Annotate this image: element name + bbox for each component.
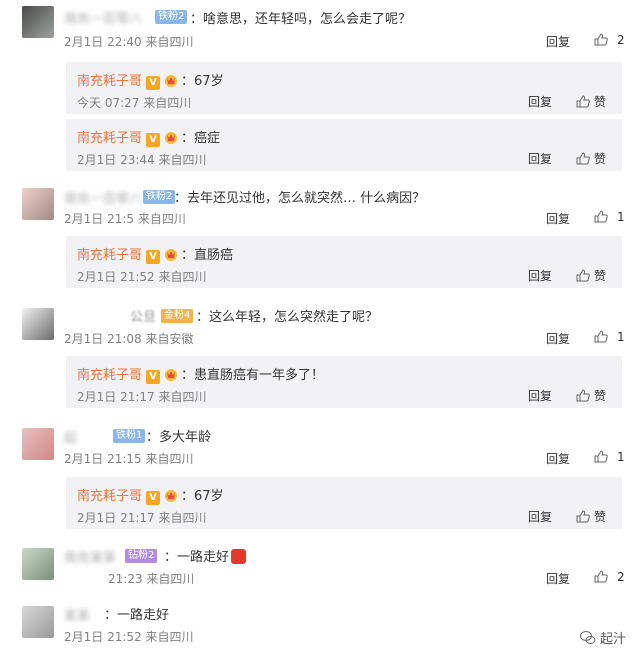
comment-text: ：这么年轻，怎么突然走了呢？ — [196, 310, 379, 325]
reply-username[interactable]: 南充耗子哥 — [77, 489, 142, 504]
reply-button[interactable]: 回复 — [546, 450, 570, 467]
crown-badge-icon — [165, 132, 178, 144]
reply-button[interactable]: 回复 — [528, 93, 552, 110]
reply-username[interactable]: 南充耗子哥 — [77, 248, 142, 263]
thumbs-up-icon — [576, 95, 590, 108]
reply-button[interactable]: 回复 — [528, 387, 552, 404]
comment-username[interactable]: 南充某某 — [64, 547, 116, 566]
like-button[interactable]: 赞 — [576, 387, 606, 404]
reply-author: 南充耗子哥 V ：67岁 — [77, 74, 224, 90]
thumbs-up-icon — [594, 330, 608, 343]
comment-text: ：一路走好 — [104, 608, 170, 623]
thumbs-up-icon — [576, 510, 590, 523]
crown-badge-icon — [165, 249, 178, 261]
reply-item: 南充耗子哥 V ：直肠癌 2月1日 21:52 来自四川 回复 赞 — [66, 236, 622, 288]
comment-section: 南充一百零八 铁粉2 ：啥意思，还年轻吗，怎么会走了呢？ 2月1日 22:40 … — [0, 0, 640, 657]
reply-button[interactable]: 回复 — [528, 150, 552, 167]
reply-button[interactable]: 回复 — [546, 330, 570, 347]
avatar[interactable] — [22, 308, 54, 340]
comment-text: ：去年还见过他，怎么就突然… 什么病因？ — [174, 191, 426, 206]
comment-meta: 2月1日 21:08 来自安徽 — [64, 332, 194, 346]
comment-meta: 21:23 来自四川 — [108, 572, 195, 586]
reply-meta: 2月1日 21:17 来自四川 — [77, 390, 207, 404]
avatar[interactable] — [22, 606, 54, 638]
watermark: 起汁 — [579, 628, 626, 647]
comment-text: ：一路走好 — [164, 546, 247, 565]
reply-username[interactable]: 南充耗子哥 — [77, 368, 142, 383]
comment-username[interactable]: 公旦 — [130, 306, 156, 325]
like-button[interactable]: 赞 — [576, 150, 606, 167]
reply-button[interactable]: 回复 — [546, 210, 570, 227]
thumbs-up-icon — [576, 389, 590, 402]
reply-author: 南充耗子哥 V ：癌症 — [77, 131, 221, 147]
gift-icon — [231, 549, 247, 564]
avatar[interactable] — [22, 428, 54, 460]
thumbs-up-icon — [594, 33, 608, 46]
v-badge-icon: V — [146, 76, 161, 90]
avatar[interactable] — [22, 188, 54, 220]
like-button[interactable]: 赞 — [576, 267, 606, 284]
thumbs-up-icon — [594, 570, 608, 583]
comment-text: ：啥意思，还年轻吗，怎么会走了呢？ — [190, 12, 412, 27]
reply-item: 南充耗子哥 V ：67岁 2月1日 21:17 来自四川 回复 赞 — [66, 477, 622, 529]
fan-level-badge: 铁粉2 — [143, 190, 176, 204]
reply-item: 南充耗子哥 V ：癌症 2月1日 23:44 来自四川 回复 赞 — [66, 119, 622, 171]
reply-item: 南充耗子哥 V ：患直肠癌有一年多了！ 2月1日 21:17 来自四川 回复 赞 — [66, 356, 622, 408]
reply-button[interactable]: 回复 — [546, 33, 570, 50]
reply-button[interactable]: 回复 — [528, 267, 552, 284]
comment-username[interactable]: 南充一百零八 — [64, 188, 142, 207]
comment-username[interactable]: 起 — [64, 427, 77, 446]
thumbs-up-icon — [576, 269, 590, 282]
wechat-icon — [579, 631, 596, 644]
like-button[interactable]: 赞 — [576, 508, 606, 525]
reply-author: 南充耗子哥 V ：67岁 — [77, 489, 224, 505]
reply-username[interactable]: 南充耗子哥 — [77, 131, 142, 146]
comment-meta: 2月1日 22:40 来自四川 — [64, 35, 194, 49]
thumbs-up-icon — [576, 152, 590, 165]
crown-badge-icon — [165, 369, 178, 381]
reply-meta: 2月1日 23:44 来自四川 — [77, 153, 207, 167]
v-badge-icon: V — [146, 250, 161, 264]
avatar[interactable] — [22, 548, 54, 580]
reply-meta: 今天 07:27 来自四川 — [77, 96, 192, 110]
fan-level-badge: 钻粉2 — [125, 549, 158, 563]
reply-item: 南充耗子哥 V ：67岁 今天 07:27 来自四川 回复 赞 — [66, 62, 622, 114]
like-button[interactable]: 1 — [594, 330, 625, 344]
like-button[interactable]: 2 — [594, 33, 625, 47]
v-badge-icon: V — [146, 491, 161, 505]
fan-level-badge: 铁粉2 — [155, 10, 188, 24]
comment-username[interactable]: 南充一百零八 — [64, 8, 142, 27]
reply-meta: 2月1日 21:52 来自四川 — [77, 270, 207, 284]
comment-text: ：多大年龄 — [146, 430, 212, 445]
reply-author: 南充耗子哥 V ：直肠癌 — [77, 248, 234, 264]
reply-username[interactable]: 南充耗子哥 — [77, 74, 142, 89]
like-button[interactable]: 1 — [594, 210, 625, 224]
reply-author: 南充耗子哥 V ：患直肠癌有一年多了！ — [77, 368, 325, 384]
avatar[interactable] — [22, 6, 54, 38]
v-badge-icon: V — [146, 133, 161, 147]
fan-level-badge: 金粉4 — [161, 309, 194, 323]
like-button[interactable]: 赞 — [576, 93, 606, 110]
comment-meta: 2月1日 21:52 来自四川 — [64, 630, 194, 644]
reply-meta: 2月1日 21:17 来自四川 — [77, 511, 207, 525]
thumbs-up-icon — [594, 210, 608, 223]
fan-level-badge: 铁粉1 — [113, 429, 146, 443]
like-button[interactable]: 2 — [594, 570, 625, 584]
crown-badge-icon — [165, 75, 178, 87]
thumbs-up-icon — [594, 450, 608, 463]
reply-button[interactable]: 回复 — [528, 508, 552, 525]
like-button[interactable]: 1 — [594, 450, 625, 464]
v-badge-icon: V — [146, 370, 161, 384]
reply-button[interactable]: 回复 — [546, 570, 570, 587]
crown-badge-icon — [165, 490, 178, 502]
comment-username[interactable]: 某某 — [64, 605, 90, 624]
comment-meta: 2月1日 21:5 来自四川 — [64, 212, 186, 226]
comment-meta: 2月1日 21:15 来自四川 — [64, 452, 194, 466]
